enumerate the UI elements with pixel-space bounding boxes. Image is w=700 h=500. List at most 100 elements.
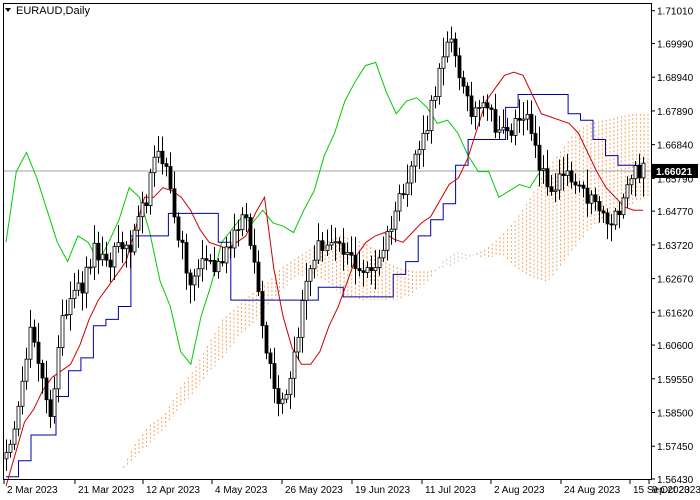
current-price-label: 1.66021 <box>656 167 693 178</box>
candle-body <box>204 258 209 261</box>
candle-body <box>32 326 37 343</box>
candle-body <box>417 149 422 155</box>
chikou-span-line <box>5 61 541 366</box>
candle-body <box>325 244 330 251</box>
y-tick-label: 1.62670 <box>657 275 694 286</box>
candle-body <box>100 253 105 261</box>
candle-body <box>501 127 506 131</box>
candle-body <box>629 178 634 186</box>
candle-body <box>545 168 550 188</box>
candle-body <box>80 282 85 294</box>
candle-body <box>92 242 97 268</box>
candle-body <box>393 210 398 230</box>
candle-body <box>184 242 189 274</box>
candle-body <box>577 184 582 187</box>
candle-body <box>160 150 165 165</box>
dropdown-triangle-icon[interactable] <box>5 8 11 12</box>
candle-body <box>16 405 21 430</box>
candle-body <box>437 67 442 97</box>
candle-body <box>513 118 518 136</box>
candle-body <box>244 214 249 218</box>
y-tick-label: 1.68940 <box>657 73 694 84</box>
candle-body <box>132 229 137 253</box>
candle-body <box>637 165 642 179</box>
candle-body <box>405 182 410 195</box>
candle-body <box>56 347 61 390</box>
candle-body <box>597 201 602 212</box>
candle-body <box>256 261 261 292</box>
y-tick-label: 1.61620 <box>657 308 694 319</box>
candle-body <box>8 443 13 453</box>
candle-body <box>613 210 618 226</box>
y-tick-label: 1.71010 <box>657 7 694 18</box>
y-tick-label: 1.59550 <box>657 375 694 386</box>
candle-body <box>641 162 646 179</box>
candle-body <box>152 156 157 174</box>
candle-body <box>68 298 73 315</box>
y-tick-label: 1.67890 <box>657 107 694 118</box>
y-tick-label: 1.57450 <box>657 442 694 453</box>
candle-body <box>36 341 41 364</box>
candle-body <box>20 380 25 407</box>
candle-body <box>385 231 390 251</box>
candle-body <box>557 173 562 191</box>
candle-body <box>365 267 370 273</box>
candle-body <box>192 275 197 286</box>
candle-body <box>433 96 438 101</box>
candle-body <box>373 267 378 271</box>
x-tick-label: 26 May 2023 <box>285 485 343 496</box>
candle-body <box>272 363 277 389</box>
candle-body <box>505 127 510 132</box>
candle-body <box>553 189 558 192</box>
candle-body <box>529 113 534 134</box>
candle-body <box>357 268 362 272</box>
candle-body <box>377 257 382 268</box>
x-tick-label: 2 Mar 2023 <box>7 485 58 496</box>
candle-body <box>264 325 269 354</box>
candle-body <box>429 99 434 131</box>
candle-body <box>320 240 325 251</box>
candle-body <box>40 362 45 379</box>
candle-body <box>593 194 598 202</box>
candle-body <box>120 242 125 250</box>
candle-body <box>4 452 9 460</box>
candle-body <box>609 223 614 226</box>
candle-body <box>337 241 342 244</box>
time-axis: 2 Mar 2023 21 Mar 2023 12 Apr 2023 4 May 20… <box>3 479 700 496</box>
candle-body <box>605 212 610 225</box>
candle-body <box>461 77 466 87</box>
candle-body <box>421 133 426 151</box>
candle-body <box>549 186 554 192</box>
candle-body <box>140 202 145 218</box>
candle-body <box>589 194 594 204</box>
candle-body <box>509 130 514 136</box>
candle-body <box>196 268 201 277</box>
candle-body <box>353 254 358 269</box>
candle-body <box>397 193 402 212</box>
candle-body <box>389 228 394 232</box>
candle-body <box>304 280 309 301</box>
y-tick-label: 1.58500 <box>657 409 694 420</box>
chart-canvas[interactable]: 1.710101.699901.689401.678901.668401.657… <box>0 0 700 500</box>
candle-body <box>457 55 462 79</box>
candle-body <box>308 268 313 282</box>
candle-body <box>477 107 482 109</box>
candle-body <box>469 95 474 117</box>
candle-body <box>601 210 606 214</box>
candle-body <box>88 266 93 269</box>
candle-body <box>60 315 65 348</box>
candle-body <box>236 229 241 231</box>
candle-body <box>164 163 169 167</box>
candle-body <box>212 259 217 273</box>
candle-body <box>84 266 89 294</box>
candle-body <box>24 358 29 382</box>
x-tick-label: 9 Oct 2023 <box>652 485 700 496</box>
candle-body <box>208 259 213 262</box>
candle-body <box>260 291 265 327</box>
candle-body <box>116 242 121 248</box>
candle-body <box>565 170 570 176</box>
candle-body <box>525 113 530 120</box>
candle-body <box>96 242 101 261</box>
candle-body <box>453 38 458 57</box>
y-tick-label: 1.66840 <box>657 141 694 152</box>
